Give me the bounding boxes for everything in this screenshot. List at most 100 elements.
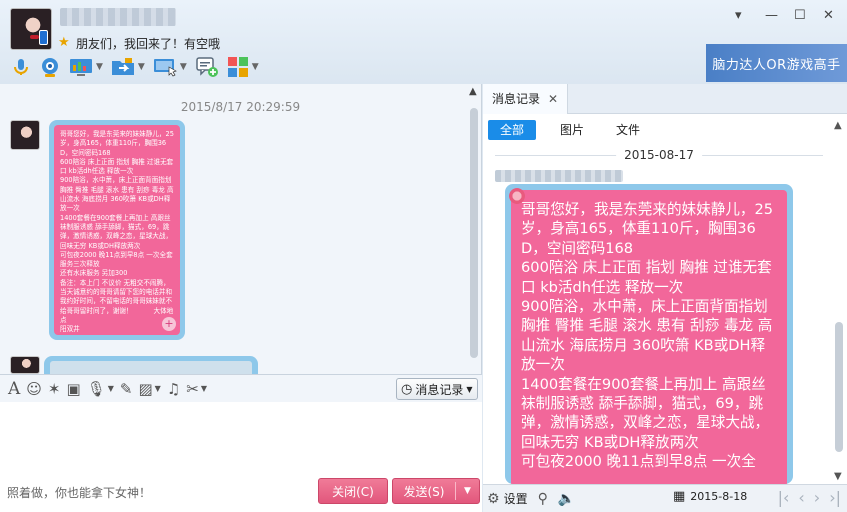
remote-desktop-icon (153, 59, 177, 77)
contact-name-blurred (60, 8, 176, 26)
chevron-down-icon: ▼ (96, 62, 103, 72)
scroll-up-icon[interactable]: ▲ (834, 120, 842, 131)
send-button[interactable]: 发送(S) ▼ (392, 478, 480, 504)
date-separator: 2015-08-17 (495, 148, 823, 162)
minimize-button[interactable]: — (765, 8, 778, 23)
history-pager: |‹ ‹ › ›| (778, 488, 841, 507)
voice-message-button[interactable]: 🎙 ▼ (87, 380, 114, 398)
window-shake-icon: ▣ (66, 379, 81, 398)
apps-grid-icon (227, 57, 248, 77)
speaker-icon: 🔈 (557, 490, 576, 507)
tab-all[interactable]: 全部 (488, 120, 536, 140)
history-scrollbar[interactable]: ▲ ▼ (833, 114, 845, 482)
history-filter-tabs: 全部 图片 文件 (488, 120, 656, 140)
close-button[interactable]: 关闭(C) (318, 478, 388, 504)
message-history-panel: 消息记录 ✕ 全部 图片 文件 2015-08-17 哥哥您好，我是东莞来的妹妹静… (483, 84, 847, 512)
input-toolbar: A ☺ ✶ ▣ 🎙 ▼ ✎ ▨ ▼ ♫ ✂ ▼ ◷ 消息记录 ▼ (0, 374, 482, 402)
remote-desktop-button[interactable]: ▼ (150, 55, 190, 79)
contact-status-text: 朋友们，我回来了！有空哦 (76, 37, 221, 51)
sound-button[interactable]: 🔈 (558, 491, 575, 507)
flower-decoration-icon (509, 188, 525, 204)
microphone-icon (14, 59, 28, 75)
file-transfer-button[interactable]: ▼ (108, 55, 148, 79)
message-timestamp: 2015/8/17 20:29:59 (180, 100, 301, 114)
close-window-button[interactable]: ✕ (823, 8, 834, 23)
chat-message-area[interactable]: 2015/8/17 20:29:59 哥哥您好，我是东莞来的妹妹静儿，25岁，身… (0, 84, 482, 374)
history-footer: ⚙ 设置 ⚲ 🔈 ▦ 2015-8-18 |‹ ‹ › ›| (483, 484, 847, 512)
emoji-button[interactable]: ☺ (26, 380, 42, 398)
clock-icon: ◷ (401, 381, 413, 397)
scroll-thumb[interactable] (835, 322, 843, 452)
video-call-button[interactable] (36, 55, 64, 79)
contact-avatar[interactable] (10, 8, 52, 50)
image-icon: ▨ (138, 379, 153, 398)
voice-call-button[interactable] (8, 55, 34, 79)
chevron-down-icon: ▼ (137, 62, 145, 72)
gear-icon: ⚙ (487, 490, 500, 507)
search-icon: ⚲ (537, 490, 548, 507)
history-message-text: 哥哥您好，我是东莞来的妹妹静儿，25岁，身高165，体重110斤，胸围36D，空… (521, 201, 774, 471)
chevron-down-icon: ▼ (154, 384, 161, 393)
zoom-in-icon[interactable]: + (162, 317, 176, 331)
message-bubble[interactable] (44, 356, 258, 374)
add-message-icon (196, 57, 218, 77)
smiley-icon: ☺ (26, 379, 42, 398)
promo-banner[interactable]: 脑力达人OR游戏高手 (706, 44, 847, 82)
message-history-button[interactable]: ◷ 消息记录 ▼ (396, 378, 478, 400)
microphone-icon: 🎙 (86, 379, 106, 398)
font-button[interactable]: A (8, 379, 20, 399)
font-icon: A (8, 378, 21, 399)
star-icon: ★ (58, 35, 70, 50)
screen-share-button[interactable]: ▼ (66, 55, 106, 79)
date-picker[interactable]: ▦ 2015-8-18 (673, 489, 747, 504)
message-text: 哥哥您好，我是东莞来的妹妹静儿，25岁，身高165，体重110斤，胸围36D，空… (60, 130, 174, 334)
chevron-down-icon: ▼ (200, 384, 207, 393)
video-call-icon (42, 58, 58, 77)
history-tab-bar: 消息记录 ✕ (483, 84, 847, 114)
date-picker-value: 2015-8-18 (690, 490, 748, 503)
message-bubble[interactable]: 哥哥您好，我是东莞来的妹妹静儿，25岁，身高165，体重110斤，胸围36D，空… (49, 120, 185, 340)
tab-files[interactable]: 文件 (600, 120, 656, 140)
chevron-down-icon: ▼ (179, 62, 187, 72)
prev-page-icon[interactable]: ‹ (798, 488, 804, 507)
last-page-icon[interactable]: ›| (829, 488, 841, 507)
sender-avatar[interactable] (10, 120, 40, 150)
add-message-button[interactable] (192, 55, 222, 79)
magic-wand-icon: ✶ (47, 379, 61, 398)
close-tab-icon[interactable]: ✕ (548, 92, 558, 106)
send-options-chevron-icon[interactable]: ▼ (456, 486, 479, 496)
first-page-icon[interactable]: |‹ (778, 488, 790, 507)
apps-button[interactable]: ▼ (224, 55, 262, 79)
maximize-button[interactable]: ☐ (794, 8, 806, 23)
menu-dropdown-icon[interactable]: ▾ (735, 8, 742, 23)
message-input[interactable]: 照着做，你也能拿下女神！ 关闭(C) 发送(S) ▼ (0, 402, 482, 512)
next-page-icon[interactable]: › (814, 488, 820, 507)
calendar-icon: ▦ (673, 489, 686, 504)
history-message-bubble[interactable]: 哥哥您好，我是东莞来的妹妹静儿，25岁，身高165，体重110斤，胸围36D，空… (505, 184, 793, 484)
file-transfer-icon (111, 58, 134, 75)
sender-avatar[interactable] (10, 356, 40, 374)
scroll-down-icon[interactable]: ▼ (834, 471, 842, 482)
tab-message-history[interactable]: 消息记录 ✕ (483, 84, 568, 114)
screenshot-button[interactable]: ✂ ▼ (186, 380, 207, 398)
send-image-button[interactable]: ▨ ▼ (138, 380, 160, 398)
window-header: ★ 朋友们，我回来了！有空哦 ▾ — ☐ ✕ ▼ ▼ ▼ ▼ 脑力达人OR游戏高… (0, 0, 847, 84)
send-button-label: 发送(S) (403, 484, 445, 499)
doodle-button[interactable]: ✎ (120, 380, 133, 398)
image-message[interactable]: 哥哥您好，我是东莞来的妹妹静儿，25岁，身高165，体重110斤，胸围36D，空… (54, 125, 180, 335)
chevron-down-icon: ▼ (466, 384, 473, 394)
message-history-label: 消息记录 (415, 382, 464, 397)
settings-button[interactable]: ⚙ 设置 (487, 490, 528, 507)
shake-button[interactable]: ▣ (67, 380, 81, 398)
tab-images[interactable]: 图片 (544, 120, 600, 140)
chevron-down-icon: ▼ (251, 62, 259, 72)
magic-emoji-button[interactable]: ✶ (48, 380, 61, 398)
pencil-box-icon: ✎ (119, 379, 133, 398)
scroll-up-icon[interactable]: ▲ (469, 86, 477, 97)
music-button[interactable]: ♫ (167, 380, 180, 398)
chevron-down-icon: ▼ (107, 384, 114, 393)
chat-scrollbar[interactable]: ▲ (469, 84, 479, 374)
scroll-thumb[interactable] (470, 108, 478, 358)
search-button[interactable]: ⚲ (538, 491, 548, 507)
screen-share-icon (70, 59, 92, 76)
